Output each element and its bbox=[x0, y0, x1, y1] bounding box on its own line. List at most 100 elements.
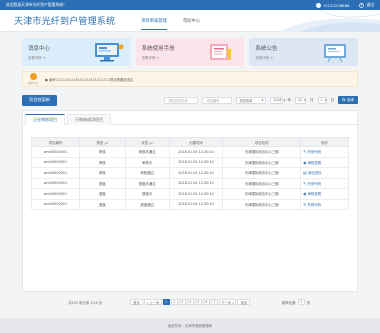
tab-approved[interactable]: 已审核成功项目 bbox=[67, 114, 111, 125]
add-project-button[interactable]: 项目档案新 bbox=[22, 94, 57, 106]
app-title: 天津市光纤到户管理系统 bbox=[14, 17, 116, 27]
cell-type: 退盘 bbox=[78, 198, 126, 210]
cell-type: 退盘 bbox=[78, 177, 126, 189]
row-action-link[interactable]: ✎ 先修代码 bbox=[303, 202, 321, 207]
page-button[interactable]: 6 bbox=[202, 299, 210, 305]
cell-actions: ✎ 先修代码 bbox=[300, 146, 349, 158]
page-jump-label: 跳转至第 bbox=[282, 300, 296, 305]
col-project-no: 项目编号 bbox=[31, 137, 80, 147]
user-icon bbox=[315, 2, 321, 8]
cell-status: 退盘通过 bbox=[124, 198, 170, 210]
cell-type: 审核 bbox=[78, 146, 126, 158]
tab-in-review[interactable]: 正在审核项目 bbox=[25, 114, 65, 125]
cell-actions: ✎ 先修代码 bbox=[300, 177, 349, 189]
header-decoration bbox=[280, 10, 380, 32]
cell-project-no: wm00000001 bbox=[31, 198, 80, 210]
page-jump-unit: 页 bbox=[306, 300, 310, 305]
cell-created: 2018.01.04 12:30:14 bbox=[168, 146, 224, 158]
pagination: 首页 « 上一页 1 2 3 4 5 6 7 下一页 » 末页 bbox=[130, 299, 251, 305]
notice-board-icon bbox=[324, 44, 347, 63]
sort-icon: ▲▼ bbox=[149, 141, 153, 145]
day-value: 1 bbox=[320, 98, 323, 102]
announcement-badge: 最新公告 bbox=[27, 73, 39, 85]
page-button[interactable]: 2 bbox=[170, 299, 178, 305]
page-button[interactable]: 4 bbox=[186, 299, 194, 305]
page-button[interactable]: 1 bbox=[162, 299, 170, 305]
row-action-link[interactable]: ✎ 先修代码 bbox=[303, 181, 321, 186]
main-nav: 项目审核管理 帮助中心 bbox=[141, 10, 200, 32]
cell-project-name: 天津国际综合中心三期 bbox=[222, 177, 302, 189]
page-last-button[interactable]: 末页 bbox=[237, 299, 251, 305]
page-jump-input[interactable]: 1 bbox=[297, 299, 305, 305]
table-row: wm00000001 退盘 退盘通过 2018.01.04 12:30:14 天津国际综… bbox=[31, 198, 349, 210]
phone-text: 15122228888 bbox=[322, 2, 350, 8]
day-select[interactable]: 1 ▼ bbox=[317, 96, 327, 104]
search-button[interactable]: 查询 bbox=[338, 96, 358, 104]
page-jump: 跳转至第 1 页 bbox=[282, 299, 310, 305]
cell-created: 2018.01.04 12:30:14 bbox=[168, 188, 224, 200]
chevron-down-icon: ▼ bbox=[324, 98, 327, 102]
page-button[interactable]: 7 bbox=[210, 299, 218, 305]
logout-button[interactable]: 退出 bbox=[359, 2, 374, 8]
top-bar-right: 15122228888 退出 bbox=[315, 2, 374, 8]
edit-icon: ✎ bbox=[303, 201, 307, 207]
col-status[interactable]: 状态 ▲▼ bbox=[124, 137, 170, 147]
row-action-label: 先修代码 bbox=[307, 181, 322, 186]
quick-cards: 消息中心 查看详情 ➜ 系统使用手册 查看详情 ➜ 系统公告 查看详情 ➜ bbox=[0, 32, 380, 66]
row-action-label: 先修代码 bbox=[307, 202, 322, 207]
month-select[interactable]: 12 ▼ bbox=[295, 96, 307, 104]
row-action-label: 先修代码 bbox=[307, 150, 322, 155]
record-count: 共204 条记录 1/14 页 bbox=[68, 300, 103, 305]
col-type-label: 类型 bbox=[96, 140, 104, 145]
project-table: 项目编号 类型 ▲▼ 状态 ▲▼ 创建时间 项目名称 操作 wm00000001… bbox=[31, 137, 349, 210]
cell-project-name: 天津国际综合中心三期 bbox=[222, 167, 302, 179]
row-action-link[interactable]: ▤ 添加资料 bbox=[303, 170, 321, 175]
sort-icon: ▲▼ bbox=[104, 141, 109, 145]
table-body: wm00000001 审核 审核未通过 2018.01.04 12:30:14 天津国际… bbox=[31, 146, 349, 210]
cell-status: 审核未通过 bbox=[124, 146, 170, 158]
chevron-down-icon: ▼ bbox=[304, 98, 307, 102]
row-action-label: 审核查看 bbox=[307, 160, 322, 165]
cell-status: 退盘未通过 bbox=[124, 177, 170, 189]
search-label: 查询 bbox=[346, 97, 354, 102]
page-button[interactable]: 5 bbox=[194, 299, 202, 305]
cell-project-name: 天津国际综合中心三期 bbox=[222, 198, 302, 210]
page-first-button[interactable]: 首页 bbox=[130, 299, 143, 305]
table-row: wm00000001 审核 审核未通过 2018.01.04 12:30:14 天津国际… bbox=[31, 146, 349, 158]
user-phone[interactable]: 15122228888 bbox=[315, 2, 350, 8]
project-panel: 正在审核项目 已审核成功项目 项目编号 类型 ▲▼ 状态 ▲▼ 创建时间 项目名… bbox=[22, 110, 358, 292]
nav-help-center[interactable]: 帮助中心 bbox=[183, 10, 200, 32]
row-action-link[interactable]: ✎ 先修代码 bbox=[303, 149, 321, 154]
row-action-link[interactable]: ◉ 审核查看 bbox=[303, 191, 321, 196]
nav-project-review[interactable]: 项目审核管理 bbox=[141, 10, 167, 32]
project-name-input[interactable]: 项目名称查询 bbox=[164, 96, 199, 104]
col-actions: 操作 bbox=[300, 137, 349, 147]
card-message-center[interactable]: 消息中心 查看详情 ➜ bbox=[22, 38, 131, 66]
year-select[interactable]: 2018 ▼ bbox=[270, 96, 286, 104]
project-number-input[interactable]: 项目编号 bbox=[202, 96, 233, 104]
status-select[interactable]: 状态查询 ▼ bbox=[236, 96, 267, 104]
logout-label: 退出 bbox=[366, 2, 374, 7]
toolbar: 项目档案新 项目名称查询 项目编号 状态查询 ▼ 2018 ▼ 年 12 ▼ 月… bbox=[22, 93, 358, 107]
search-icon bbox=[342, 98, 346, 102]
power-icon bbox=[359, 2, 365, 8]
page-button[interactable]: 3 bbox=[178, 299, 186, 305]
page-prev-button[interactable]: « 上一页 bbox=[144, 299, 162, 305]
cell-project-no: wm00000001 bbox=[31, 156, 80, 168]
card-system-notice[interactable]: 系统公告 查看详情 ➜ bbox=[249, 38, 359, 66]
announcement-bar: 最新公告 ● 编号1121231415431151421411212项目需要被选… bbox=[22, 71, 358, 87]
page-next-button[interactable]: 下一页 » bbox=[218, 299, 237, 305]
year-label: 年 bbox=[287, 97, 292, 102]
col-type[interactable]: 类型 ▲▼ bbox=[78, 137, 126, 147]
card-user-manual[interactable]: 系统使用手册 查看详情 ➜ bbox=[135, 38, 245, 66]
row-action-link[interactable]: ◉ 审核查看 bbox=[303, 160, 321, 165]
announcement-text[interactable]: ● 编号1121231415431151421411212项目需要被选定 bbox=[45, 77, 133, 82]
cell-project-name: 天津国际综合中心三期 bbox=[222, 188, 302, 200]
edit-icon: ✎ bbox=[303, 180, 307, 186]
cell-type: 审核 bbox=[78, 167, 126, 179]
tab-bar: 正在审核项目 已审核成功项目 bbox=[23, 111, 357, 125]
cell-actions: ✎ 先修代码 bbox=[300, 198, 349, 210]
cell-project-no: wm00000001 bbox=[31, 177, 80, 189]
table-header-row: 项目编号 类型 ▲▼ 状态 ▲▼ 创建时间 项目名称 操作 bbox=[31, 137, 349, 147]
table-row: wm00000001 退盘 退盘中 2018.01.04 12:30:14 天津国际综合… bbox=[31, 188, 349, 200]
